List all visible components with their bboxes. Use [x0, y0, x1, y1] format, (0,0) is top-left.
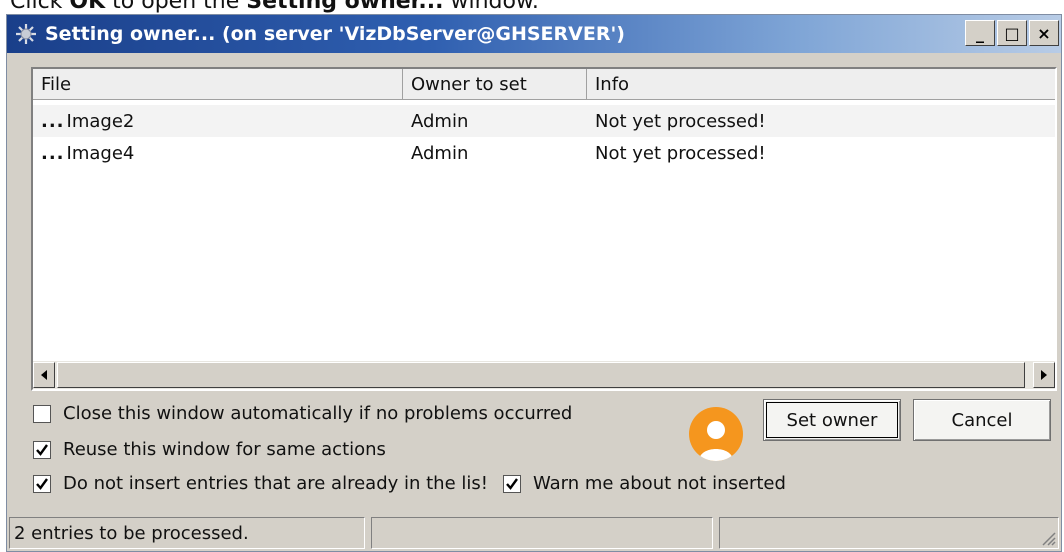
status-panel-3 — [719, 517, 1059, 549]
setting-owner-window: Setting owner... (on server 'VizDbServer… — [6, 14, 1062, 552]
column-header-owner[interactable]: Owner to set — [403, 69, 587, 99]
horizontal-scrollbar[interactable] — [33, 361, 1055, 389]
reuse-window-option[interactable]: Reuse this window for same actions — [33, 439, 386, 460]
reuse-window-label: Reuse this window for same actions — [63, 439, 386, 460]
scrollbar-thumb[interactable] — [57, 362, 1025, 388]
file-name: Image2 — [66, 110, 135, 132]
row-dots: ... — [41, 110, 65, 132]
no-duplicates-option[interactable]: Do not insert entries that are already i… — [33, 473, 488, 494]
window-title: Setting owner... (on server 'VizDbServer… — [45, 23, 625, 45]
owner-cell: Admin — [411, 110, 469, 132]
info-cell: Not yet processed! — [595, 110, 766, 132]
size-grip-icon[interactable] — [1040, 530, 1056, 546]
set-owner-button[interactable]: Set owner — [763, 399, 901, 441]
reuse-window-checkbox[interactable] — [33, 440, 51, 459]
close-button[interactable]: × — [1029, 20, 1059, 46]
checkmark-icon — [36, 477, 48, 490]
arrow-right-icon[interactable] — [1033, 362, 1055, 388]
status-text: 2 entries to be processed. — [9, 517, 365, 549]
status-panel-2 — [371, 517, 713, 549]
row-dots: ... — [41, 142, 65, 164]
list-header: File Owner to set Info — [33, 69, 1055, 100]
close-automatically-label: Close this window automatically if no pr… — [63, 403, 573, 424]
close-automatically-option[interactable]: Close this window automatically if no pr… — [33, 403, 572, 424]
cancel-button[interactable]: Cancel — [913, 399, 1051, 441]
no-duplicates-checkbox[interactable] — [33, 474, 51, 493]
file-cell: ... Image4 — [33, 143, 403, 164]
warn-not-inserted-label: Warn me about not inserted — [533, 473, 786, 494]
title-bar[interactable]: Setting owner... (on server 'VizDbServer… — [7, 15, 1061, 53]
file-name: Image4 — [66, 142, 135, 164]
file-cell: ... Image2 — [33, 111, 403, 132]
checkmark-icon — [506, 477, 518, 490]
close-automatically-checkbox[interactable] — [33, 404, 51, 423]
column-header-file[interactable]: File — [33, 69, 403, 99]
maximize-button[interactable]: □ — [997, 20, 1027, 46]
warn-not-inserted-checkbox[interactable] — [503, 474, 521, 493]
user-avatar-icon — [689, 407, 743, 461]
table-row[interactable]: ... Image4 Admin Not yet processed! — [33, 137, 1055, 169]
arrow-left-icon[interactable] — [33, 362, 55, 388]
table-row[interactable]: ... Image2 Admin Not yet processed! — [33, 105, 1055, 137]
warn-not-inserted-option[interactable]: Warn me about not inserted — [503, 473, 786, 494]
column-header-info[interactable]: Info — [587, 69, 1055, 99]
info-cell: Not yet processed! — [595, 142, 766, 164]
checkmark-icon — [36, 443, 48, 456]
file-list[interactable]: File Owner to set Info ... Image2 Admin N… — [31, 67, 1057, 391]
minimize-button[interactable]: _ — [965, 20, 995, 46]
owner-cell: Admin — [411, 142, 469, 164]
status-bar: 2 entries to be processed. — [7, 515, 1061, 551]
no-duplicates-label: Do not insert entries that are already i… — [63, 473, 488, 494]
gear-icon — [13, 21, 39, 47]
